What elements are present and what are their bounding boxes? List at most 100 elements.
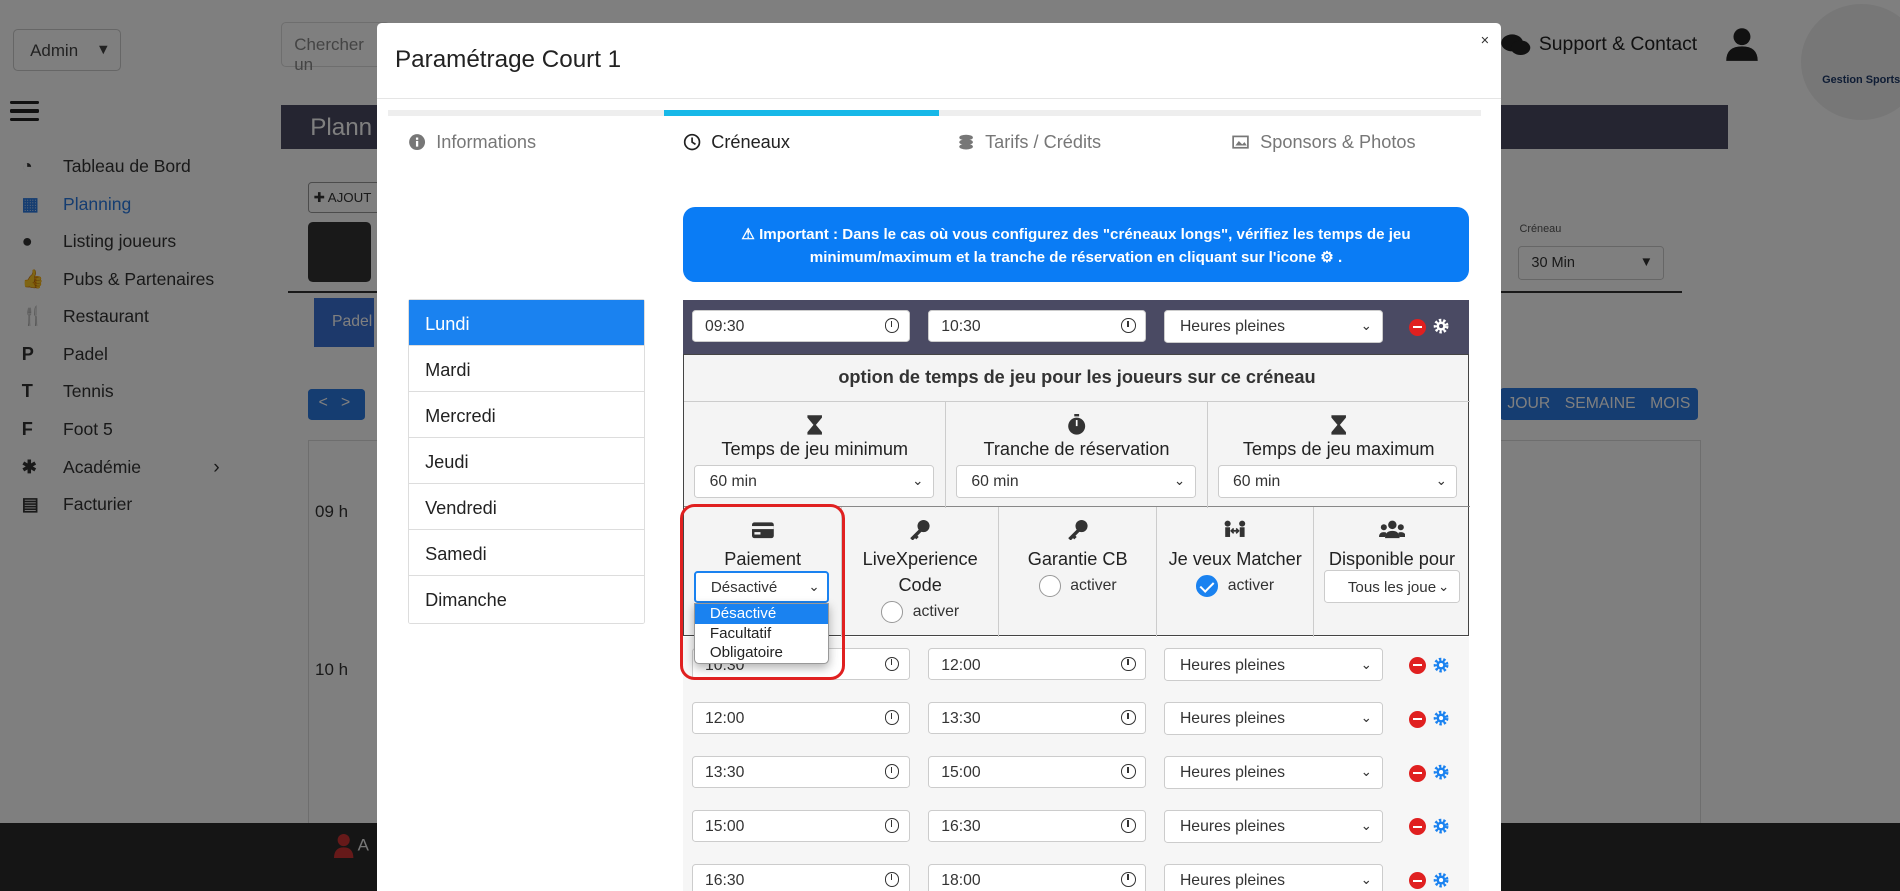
clock-icon <box>1121 764 1136 779</box>
slot-row: 15:00 16:30 Heures pleines ⌄ <box>683 799 1469 854</box>
disponible-select[interactable]: Tous les joue ⌄ <box>1324 570 1460 604</box>
end-time-input[interactable]: 13:30 <box>928 702 1147 734</box>
start-time-input[interactable]: 13:30 <box>691 756 910 788</box>
matcher-option: Je veux Matcher activer <box>1157 507 1315 638</box>
clock-icon <box>884 710 900 725</box>
slot-mode-select[interactable]: Heures pleines ⌄ <box>1164 310 1383 343</box>
clock-icon <box>884 818 900 833</box>
clock-icon <box>1121 656 1136 672</box>
gear-icon[interactable] <box>1432 656 1450 674</box>
max-time-option: Temps de jeu maximum 60 min ⌄ <box>1208 402 1470 509</box>
remove-slot-button[interactable] <box>1409 872 1427 890</box>
gear-icon[interactable] <box>1432 817 1450 835</box>
tab-creneaux[interactable]: Créneaux <box>683 132 790 153</box>
key-icon <box>910 519 930 541</box>
chevron-down-icon: ⌄ <box>1360 818 1372 834</box>
info-icon <box>409 134 426 151</box>
slot-row: 13:30 15:00 Heures pleines ⌄ <box>683 745 1469 800</box>
users-icon <box>1378 520 1406 538</box>
slot-mode-select[interactable]: Heures pleines ⌄ <box>1164 756 1383 789</box>
garantie-option: Garantie CB activer <box>999 507 1157 638</box>
max-time-select[interactable]: 60 min ⌄ <box>1217 464 1458 498</box>
clock-icon <box>884 872 900 887</box>
min-time-option: Temps de jeu minimum 60 min ⌄ <box>684 401 947 509</box>
gear-icon: ⚙ <box>1320 248 1334 266</box>
chevron-down-icon: ⌄ <box>1360 710 1372 726</box>
slot-mode-select[interactable]: Heures pleines ⌄ <box>1164 702 1383 735</box>
remove-slot-button[interactable] <box>1409 818 1427 836</box>
tab-informations[interactable]: Informations <box>408 132 536 153</box>
important-alert: ⚠ Important : Dans le cas où vous config… <box>683 207 1469 283</box>
modal-title: Paramétrage Court 1 <box>395 46 622 74</box>
day-item-mardi[interactable]: Mardi <box>409 346 644 393</box>
hourglass-icon <box>1331 415 1346 435</box>
booking-slice-option: Tranche de réservation 60 min ⌄ <box>946 401 1208 509</box>
clock-icon <box>884 764 900 779</box>
day-list: Lundi Mardi Mercredi Jeudi Vendredi Samedi Dim… <box>408 299 645 624</box>
clock-icon <box>884 318 900 333</box>
start-time-input[interactable]: 16:30 <box>691 863 910 891</box>
clock-icon <box>1121 818 1136 833</box>
remove-slot-button[interactable] <box>1409 318 1427 336</box>
clock-icon <box>884 656 900 672</box>
coins-icon <box>959 135 974 150</box>
end-time-input[interactable]: 18:00 <box>928 863 1147 891</box>
chevron-down-icon: ⌄ <box>1360 656 1372 672</box>
options-title: option de temps de jeu pour les joueurs … <box>838 366 1316 387</box>
slot-row: 16:30 18:00 Heures pleines ⌄ <box>683 853 1469 891</box>
slot-mode-select[interactable]: Heures pleines ⌄ <box>1164 648 1383 681</box>
livexperience-radio[interactable] <box>881 600 903 623</box>
gear-icon[interactable] <box>1432 317 1450 335</box>
end-time-input[interactable]: 16:30 <box>928 810 1147 842</box>
settings-modal: Paramétrage Court 1 × Informations Créne… <box>376 23 1502 891</box>
gear-icon[interactable] <box>1432 763 1450 781</box>
chevron-down-icon: ⌄ <box>1438 578 1450 594</box>
highlight-box <box>679 504 845 680</box>
people-arrows-icon <box>1224 520 1246 537</box>
slot-row-active: 09:30 10:30 Heures pleines ⌄ <box>683 300 1469 354</box>
min-time-select[interactable]: 60 min ⌄ <box>694 464 934 498</box>
start-time-input[interactable]: 12:00 <box>691 702 910 734</box>
clock-icon <box>1121 872 1136 887</box>
booking-slice-select[interactable]: 60 min ⌄ <box>955 464 1196 498</box>
clock-icon <box>1121 318 1136 333</box>
stopwatch-icon <box>1067 413 1085 435</box>
remove-slot-button[interactable] <box>1409 710 1427 728</box>
images-icon <box>1232 136 1250 150</box>
day-item-mercredi[interactable]: Mercredi <box>409 392 644 439</box>
chevron-down-icon: ⌄ <box>1360 764 1372 780</box>
tab-tarifs[interactable]: Tarifs / Crédits <box>957 132 1101 153</box>
day-item-vendredi[interactable]: Vendredi <box>409 484 644 531</box>
remove-slot-button[interactable] <box>1409 656 1427 674</box>
matcher-radio[interactable] <box>1196 575 1219 598</box>
end-time-input[interactable]: 15:00 <box>928 756 1147 788</box>
day-item-jeudi[interactable]: Jeudi <box>409 438 644 485</box>
chevron-down-icon: ⌄ <box>1173 473 1185 489</box>
chevron-down-icon: ⌄ <box>1435 473 1447 489</box>
end-time-input[interactable]: 12:00 <box>928 648 1147 680</box>
chevron-down-icon: ⌄ <box>1360 872 1372 888</box>
key-icon <box>1067 519 1088 541</box>
remove-slot-button[interactable] <box>1409 764 1427 782</box>
close-button[interactable]: × <box>1481 33 1490 49</box>
chevron-down-icon: ⌄ <box>1360 318 1372 334</box>
hourglass-icon <box>807 415 822 435</box>
disponible-option: Disponible pour Tous les joue ⌄ <box>1314 507 1469 637</box>
slot-mode-select[interactable]: Heures pleines ⌄ <box>1164 810 1383 843</box>
gear-icon[interactable] <box>1432 709 1450 727</box>
clock-icon <box>684 134 701 151</box>
start-time-input[interactable]: 15:00 <box>691 810 910 842</box>
day-item-samedi[interactable]: Samedi <box>409 530 644 577</box>
gear-icon[interactable] <box>1432 871 1450 889</box>
start-time-input[interactable]: 09:30 <box>691 310 910 342</box>
day-item-lundi[interactable]: Lundi <box>409 300 644 347</box>
slot-mode-select[interactable]: Heures pleines ⌄ <box>1164 863 1383 891</box>
chevron-down-icon: ⌄ <box>912 473 924 489</box>
day-item-dimanche[interactable]: Dimanche <box>409 576 643 622</box>
livexperience-option: LiveXperience Code activer <box>842 507 1000 638</box>
garantie-radio[interactable] <box>1038 575 1061 598</box>
slot-row: 12:00 13:30 Heures pleines ⌄ <box>683 691 1469 746</box>
end-time-input[interactable]: 10:30 <box>928 310 1147 342</box>
tab-sponsors[interactable]: Sponsors & Photos <box>1232 132 1416 153</box>
clock-icon <box>1121 710 1136 725</box>
